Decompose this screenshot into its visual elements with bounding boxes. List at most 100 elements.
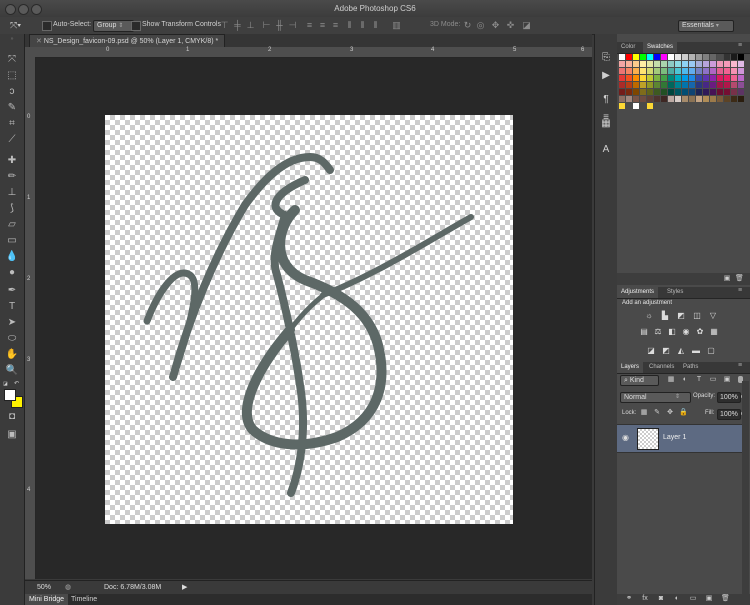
black-white-icon[interactable]: ◧ [667, 327, 677, 336]
swatch[interactable] [738, 82, 744, 88]
swatch[interactable] [640, 75, 646, 81]
status-menu-arrow-icon[interactable]: ▶ [182, 583, 187, 591]
swatch[interactable] [738, 89, 744, 95]
panel-menu-icon[interactable]: ≡ [738, 287, 742, 294]
lock-all-icon[interactable]: 🔒 [679, 409, 688, 417]
tab-mini-bridge[interactable]: Mini Bridge [25, 594, 69, 605]
new-adjustment-layer-icon[interactable]: ◐ [673, 595, 681, 603]
swatch[interactable] [724, 68, 730, 74]
new-group-icon[interactable]: ▭ [689, 595, 697, 603]
swatch[interactable] [668, 54, 674, 60]
foreground-color-swatch[interactable] [4, 389, 16, 401]
swatch[interactable] [654, 89, 660, 95]
swatch[interactable] [633, 89, 639, 95]
default-colors-icon[interactable]: ◪ [3, 381, 9, 387]
posterize-icon[interactable]: ◩ [661, 346, 671, 355]
layers-scrollbar[interactable] [742, 381, 749, 596]
swatch[interactable] [633, 96, 639, 102]
swatch[interactable] [724, 61, 730, 67]
swatch[interactable] [619, 89, 625, 95]
move-tool-icon[interactable]: ⤧ [4, 53, 20, 66]
close-window-button[interactable] [5, 4, 16, 15]
eraser-tool-icon[interactable]: ▱ [4, 218, 20, 231]
tab-paths[interactable]: Paths [679, 362, 702, 373]
channel-mixer-icon[interactable]: ✿ [695, 327, 705, 336]
swatch[interactable] [703, 89, 709, 95]
swatch[interactable] [696, 54, 702, 60]
swatch[interactable] [619, 96, 625, 102]
filter-shape-icon[interactable]: ▭ [709, 376, 717, 384]
swatch[interactable] [689, 75, 695, 81]
swatches-grid[interactable] [619, 54, 744, 134]
swatch[interactable] [738, 96, 744, 102]
auto-select-dropdown[interactable]: Group ⇕ [93, 20, 135, 32]
swatch[interactable] [724, 96, 730, 102]
swatch[interactable] [689, 82, 695, 88]
swatch[interactable] [647, 68, 653, 74]
3d-rotate-icon[interactable]: ↻ [463, 21, 472, 30]
swatch[interactable] [724, 75, 730, 81]
swatch[interactable] [661, 75, 667, 81]
swatch[interactable] [668, 96, 674, 102]
tab-swatches[interactable]: Swatches [643, 42, 678, 53]
swap-colors-icon[interactable]: ↶ [14, 380, 20, 387]
swatch[interactable] [717, 89, 723, 95]
hue-saturation-icon[interactable]: ▤ [639, 327, 649, 336]
filter-smart-object-icon[interactable]: ▣ [723, 376, 731, 384]
swatch[interactable] [654, 82, 660, 88]
swatch[interactable] [696, 68, 702, 74]
swatch[interactable] [626, 82, 632, 88]
swatch[interactable] [710, 89, 716, 95]
distribute-right-icon[interactable]: ⦀ [371, 21, 380, 30]
spot-healing-tool-icon[interactable]: ✚ [4, 154, 20, 167]
layer-filter-kind-dropdown[interactable]: ⌕ Kind [620, 375, 659, 386]
filter-adjustment-icon[interactable]: ◐ [681, 376, 689, 384]
swatch[interactable] [626, 54, 632, 60]
swatch[interactable] [661, 68, 667, 74]
align-hcenter-icon[interactable]: ╫ [275, 21, 284, 30]
swatch[interactable] [710, 75, 716, 81]
blur-tool-icon[interactable]: 💧 [4, 250, 20, 263]
vertical-ruler[interactable]: 0 1 2 3 4 [25, 57, 36, 579]
swatch[interactable] [661, 82, 667, 88]
swatch[interactable] [633, 103, 639, 109]
tab-timeline[interactable]: Timeline [67, 594, 101, 605]
swatch[interactable] [661, 96, 667, 102]
quick-mask-icon[interactable]: ◘ [4, 410, 20, 423]
fill-field[interactable]: 100% [717, 409, 741, 420]
link-layers-icon[interactable]: ⚭ [625, 595, 633, 603]
path-selection-tool-icon[interactable]: ➤ [4, 316, 20, 329]
swatch[interactable] [703, 54, 709, 60]
swatch[interactable] [633, 75, 639, 81]
add-mask-icon[interactable]: ◙ [657, 595, 665, 603]
document-tab[interactable]: ✕ NS_Design_favicon-09.psd @ 50% (Layer … [29, 34, 226, 48]
swatch[interactable] [668, 75, 674, 81]
swatch[interactable] [647, 82, 653, 88]
swatch[interactable] [661, 89, 667, 95]
swatch[interactable] [654, 75, 660, 81]
panel-menu-icon[interactable]: ≡ [738, 362, 742, 369]
layer-row-layer-1[interactable]: ◉ Layer 1 [617, 424, 742, 453]
swatch[interactable] [647, 103, 653, 109]
filter-pixel-icon[interactable]: ▦ [667, 376, 675, 384]
swatch[interactable] [717, 96, 723, 102]
swatch[interactable] [633, 68, 639, 74]
swatch[interactable] [731, 61, 737, 67]
eyedropper-tool-icon[interactable]: ⟋ [4, 133, 20, 146]
color-lookup-icon[interactable]: ▦ [709, 327, 719, 336]
swatch[interactable] [675, 82, 681, 88]
swatch[interactable] [640, 68, 646, 74]
swatch[interactable] [717, 61, 723, 67]
swatch[interactable] [703, 68, 709, 74]
exposure-icon[interactable]: ◫ [692, 311, 702, 320]
swatch[interactable] [626, 68, 632, 74]
swatch[interactable] [640, 96, 646, 102]
swatch[interactable] [654, 68, 660, 74]
history-panel-icon[interactable]: ⎘ [600, 52, 612, 64]
align-top-icon[interactable]: ⊤ [220, 21, 229, 30]
swatch[interactable] [668, 68, 674, 74]
swatch[interactable] [640, 82, 646, 88]
swatch[interactable] [633, 54, 639, 60]
swatch[interactable] [738, 68, 744, 74]
gradient-tool-icon[interactable]: ▭ [4, 234, 20, 247]
